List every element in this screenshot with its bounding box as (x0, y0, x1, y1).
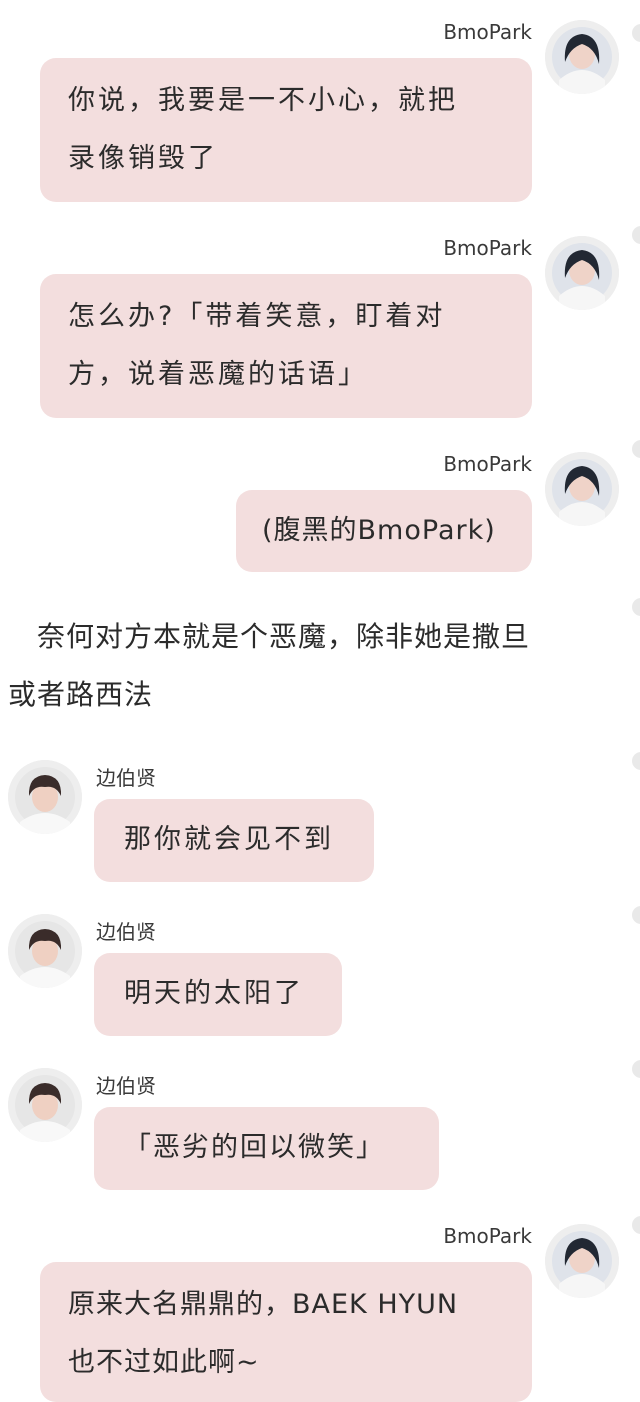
message-bubble[interactable]: (腹黑的BmoPark) (236, 490, 532, 572)
sender-name: 边伯贤 (96, 920, 156, 944)
message-line: (腹黑的BmoPark) (262, 515, 496, 546)
edge-mark (632, 906, 640, 924)
edge-mark (632, 598, 640, 616)
message-line: 也不过如此啊~ (68, 1347, 260, 1378)
message-line: 「恶劣的回以微笑」 (124, 1132, 385, 1163)
message-line: 录像销毁了 (68, 143, 218, 174)
message-bubble[interactable]: 那你就会见不到 (94, 799, 374, 882)
bmopark-avatar-icon[interactable] (545, 1224, 619, 1298)
message-line: 怎么办?「带着笑意，盯着对 (68, 301, 446, 332)
message-bubble[interactable]: 「恶劣的回以微笑」 (94, 1107, 439, 1190)
message-bubble[interactable]: 怎么办?「带着笑意，盯着对 方，说着恶魔的话语」 (40, 274, 532, 418)
sender-name: BmoPark (443, 452, 532, 476)
edge-mark (632, 1216, 640, 1234)
edge-mark (632, 440, 640, 458)
message-line: 方，说着恶魔的话语」 (68, 359, 368, 390)
edge-mark (632, 226, 640, 244)
edge-mark (632, 1060, 640, 1078)
edge-mark (632, 24, 640, 42)
bmopark-avatar-icon[interactable] (545, 236, 619, 310)
message-line: 那你就会见不到 (124, 824, 334, 855)
message-bubble[interactable]: 明天的太阳了 (94, 953, 342, 1036)
baekhyun-avatar-icon[interactable] (8, 914, 82, 988)
sender-name: BmoPark (443, 20, 532, 44)
baekhyun-avatar-icon[interactable] (8, 1068, 82, 1142)
bmopark-avatar-icon[interactable] (545, 452, 619, 526)
message-bubble[interactable]: 你说，我要是一不小心，就把 录像销毁了 (40, 58, 532, 202)
message-line: 明天的太阳了 (124, 978, 304, 1009)
edge-mark (632, 752, 640, 770)
sender-name: 边伯贤 (96, 766, 156, 790)
message-bubble[interactable]: 原来大名鼎鼎的，BAEK HYUN 也不过如此啊~ (40, 1262, 532, 1402)
sender-name: BmoPark (443, 1224, 532, 1248)
message-line: 你说，我要是一不小心，就把 (68, 85, 458, 116)
bmopark-avatar-icon[interactable] (545, 20, 619, 94)
sender-name: BmoPark (443, 236, 532, 260)
sender-name: 边伯贤 (96, 1074, 156, 1098)
baekhyun-avatar-icon[interactable] (8, 760, 82, 834)
narration-text: 奈何对方本就是个恶魔，除非她是撒旦 或者路西法 (8, 608, 628, 724)
narration-line: 或者路西法 (8, 678, 154, 711)
narration-line: 奈何对方本就是个恶魔，除非她是撒旦 (8, 620, 531, 653)
message-line: 原来大名鼎鼎的，BAEK HYUN (68, 1289, 459, 1320)
